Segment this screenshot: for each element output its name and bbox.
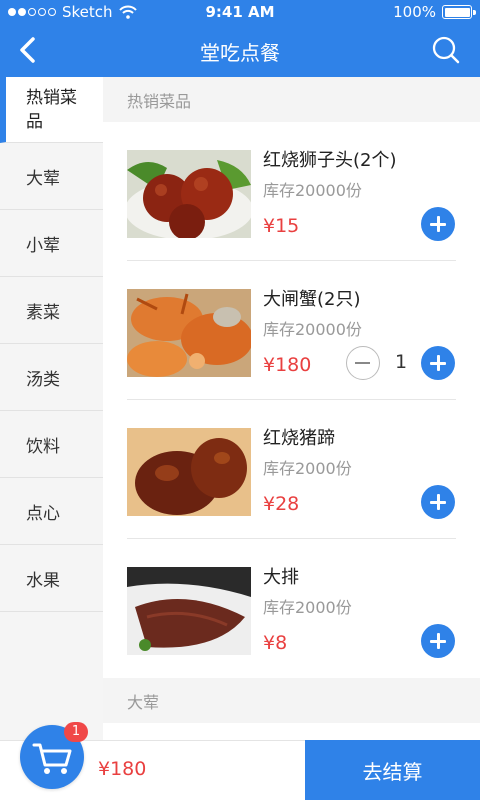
dish-name: 红烧猪蹄 (263, 428, 335, 449)
list-item: 红烧猪蹄 库存2000份 ¥28 (103, 400, 480, 539)
section-header: 大荤 (103, 678, 480, 723)
sidebar-item-label: 热销菜品 (26, 87, 77, 132)
sidebar-item-label: 汤类 (26, 369, 60, 390)
battery-icon (442, 5, 476, 19)
dish-stock: 库存20000份 (263, 320, 362, 339)
sidebar-item-light-meat[interactable]: 小荤 (0, 210, 103, 277)
category-sidebar: 热销菜品 大荤 小荤 素菜 汤类 饮料 点心 水果 (0, 77, 103, 740)
dish-price: ¥180 (263, 354, 312, 376)
sidebar-item-label: 素菜 (26, 302, 60, 323)
add-button[interactable] (421, 207, 455, 241)
sidebar-item-snacks[interactable]: 点心 (0, 478, 103, 545)
dish-image (127, 567, 251, 655)
dish-list: 热销菜品 红烧狮子头(2个) 库存20000份 ¥15 大闸蟹(2只) 库存20… (103, 77, 480, 740)
nav-bar: 堂吃点餐 (0, 24, 480, 77)
add-button[interactable] (421, 624, 455, 658)
sidebar-item-fruit[interactable]: 水果 (0, 545, 103, 612)
add-button[interactable] (421, 485, 455, 519)
quantity-value: 1 (394, 351, 408, 373)
sidebar-item-drinks[interactable]: 饮料 (0, 411, 103, 478)
status-bar: Sketch 9:41 AM 100% (0, 0, 480, 24)
sidebar-item-label: 小荤 (26, 235, 60, 256)
dish-image (127, 289, 251, 377)
total-price: ¥180 (98, 758, 147, 780)
cart-badge: 1 (64, 722, 88, 742)
dish-price: ¥28 (263, 493, 300, 515)
dish-stock: 库存2000份 (263, 598, 352, 617)
dish-name: 大闸蟹(2只) (263, 289, 361, 310)
sidebar-item-vegetable[interactable]: 素菜 (0, 277, 103, 344)
top-bar: Sketch 9:41 AM 100% 堂吃点餐 (0, 0, 480, 77)
list-item: 大闸蟹(2只) 库存20000份 ¥180 1 (103, 261, 480, 400)
sidebar-item-label: 饮料 (26, 436, 60, 457)
checkout-button[interactable]: 去结算 (305, 740, 480, 800)
list-item: 红烧狮子头(2个) 库存20000份 ¥15 (103, 122, 480, 261)
dish-name: 红烧狮子头(2个) (263, 150, 397, 171)
sidebar-item-label: 点心 (26, 503, 60, 524)
battery-percent: 100% (393, 3, 436, 21)
sidebar-item-soup[interactable]: 汤类 (0, 344, 103, 411)
search-icon[interactable] (430, 34, 462, 66)
dish-stock: 库存2000份 (263, 459, 352, 478)
section-header: 热销菜品 (103, 77, 480, 122)
decrease-button[interactable] (346, 346, 380, 380)
status-right: 100% (393, 3, 476, 21)
list-item: 大排 库存2000份 ¥8 (103, 539, 480, 678)
dish-price: ¥15 (263, 215, 300, 237)
add-button[interactable] (421, 346, 455, 380)
dish-stock: 库存20000份 (263, 181, 362, 200)
sidebar-item-hot[interactable]: 热销菜品 (0, 77, 103, 143)
dish-image (127, 428, 251, 516)
dish-price: ¥8 (263, 632, 288, 654)
sidebar-item-label: 水果 (26, 570, 60, 591)
sidebar-item-label: 大荤 (26, 168, 60, 189)
page-title: 堂吃点餐 (200, 41, 280, 65)
dish-image (127, 150, 251, 238)
dish-name: 大排 (263, 567, 299, 588)
sidebar-item-meat[interactable]: 大荤 (0, 143, 103, 210)
